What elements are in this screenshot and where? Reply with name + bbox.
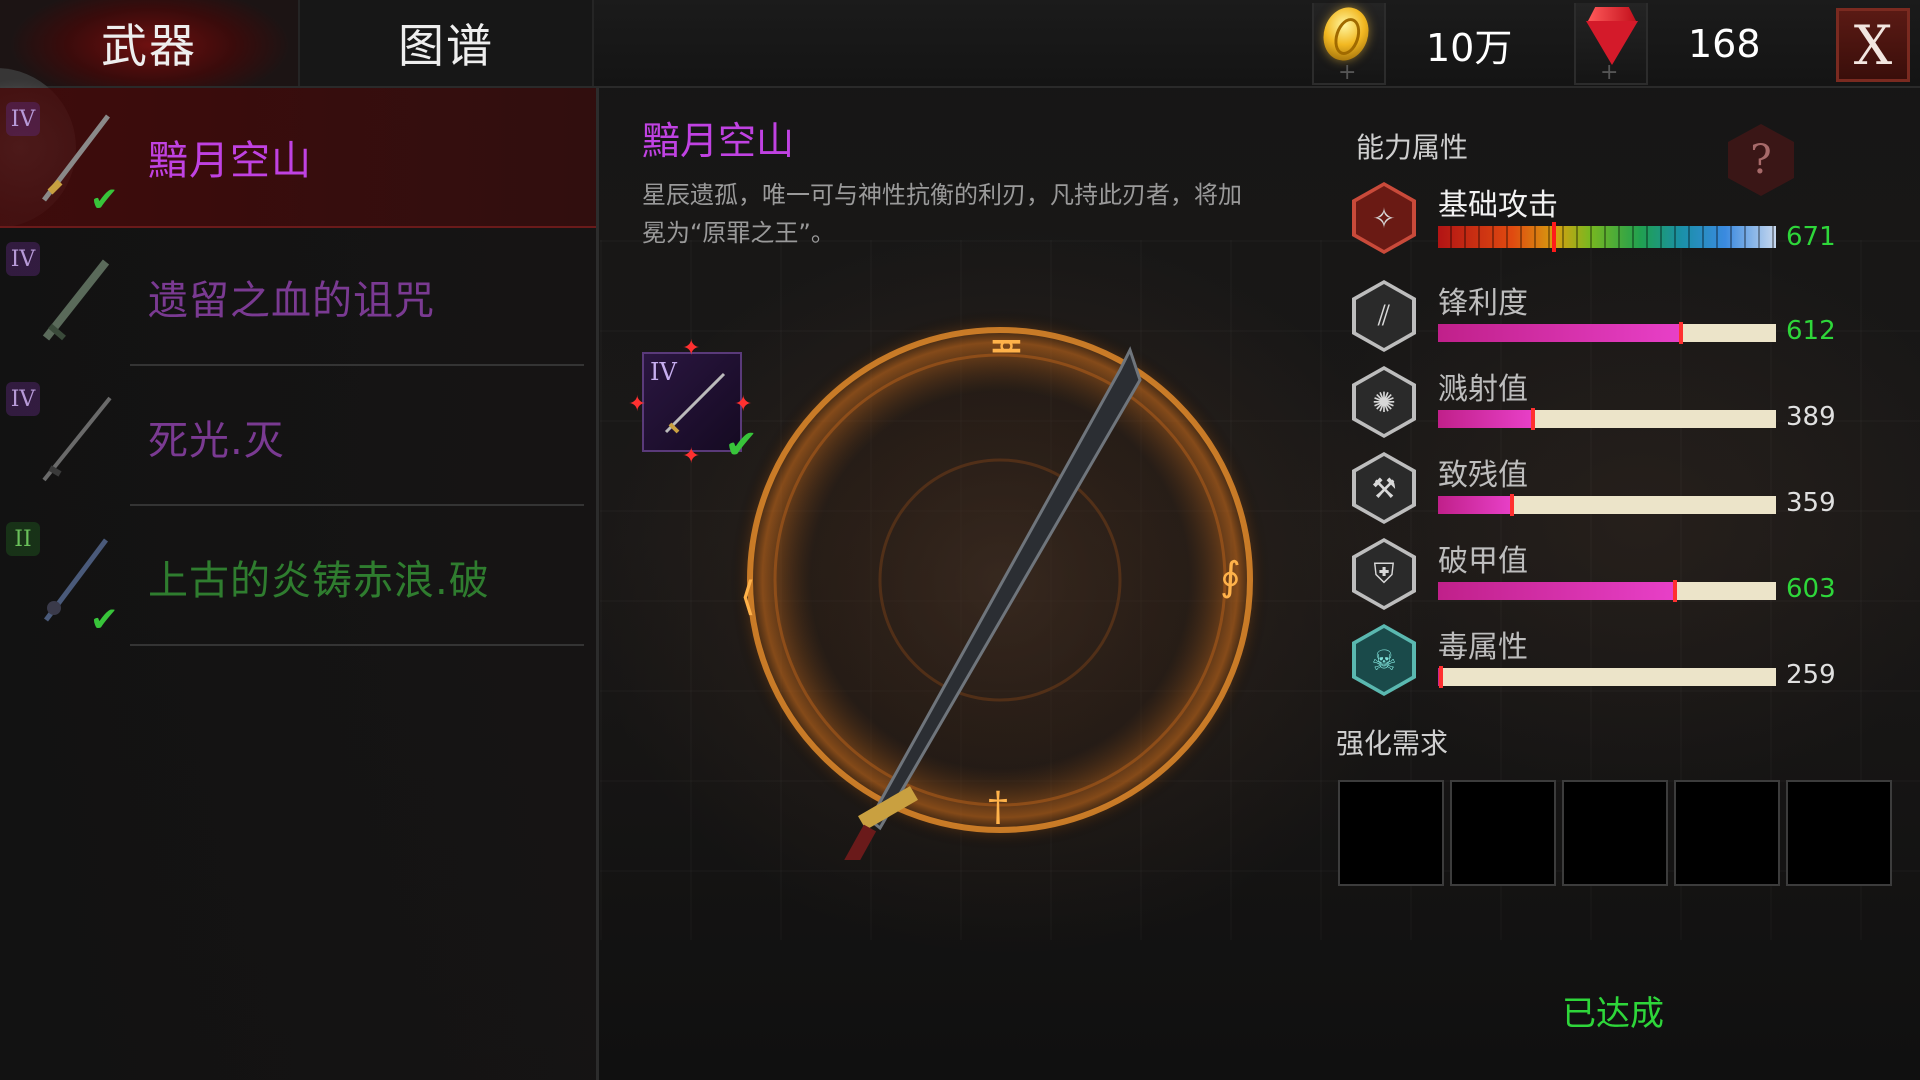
- panel-divider: [596, 88, 599, 1080]
- weapon-name: 黯月空山: [148, 138, 312, 184]
- stats-section-title: 能力属性: [1356, 131, 1469, 164]
- stat-poison: ☠ 毒属性 259: [1352, 624, 1892, 704]
- stat-label: 锋利度: [1438, 286, 1528, 321]
- stat-bar: [1438, 494, 1776, 516]
- slash-icon: ⫽: [1356, 284, 1412, 348]
- stat-label: 基础攻击: [1438, 188, 1558, 223]
- gem-icon: [1586, 21, 1638, 65]
- stat-hex-frame: ⛨: [1352, 538, 1416, 610]
- cripple-icon: ⚒: [1356, 456, 1412, 520]
- upgrade-section-title: 强化需求: [1336, 727, 1449, 760]
- splash-icon: ✺: [1356, 370, 1412, 434]
- list-item-weapon-3[interactable]: II 上古的炎铸赤浪.破 ✔: [0, 508, 596, 646]
- rune-circle-graphic: ≖ ⟨ ∮ †: [730, 310, 1270, 904]
- stat-value: 671: [1786, 222, 1836, 252]
- sparkle-icon: ✦: [628, 392, 647, 417]
- list-item-weapon-0[interactable]: IV 黯月空山 ✔: [0, 88, 596, 228]
- stat-value: 612: [1786, 316, 1836, 346]
- tier-badge: IV: [6, 102, 40, 136]
- add-gems-button[interactable]: +: [1574, 3, 1648, 85]
- stat-bar-fill: [1438, 408, 1535, 430]
- stat-bar-marker: [1552, 222, 1556, 252]
- plus-icon: +: [1338, 60, 1357, 85]
- weapon-list: IV 黯月空山 ✔ IV 遗留之血的诅咒 IV 死光.灭 II 上古的炎铸赤浪.…: [0, 68, 596, 1080]
- sword-thumbnail-icon: [42, 259, 110, 341]
- sparkle-icon: ✦: [682, 336, 701, 361]
- weapon-description: 星辰遗孤，唯一可与神性抗衡的利刃，凡持此刃者，将加冕为“原罪之王”。: [642, 181, 1242, 247]
- svg-text:≖: ≖: [988, 320, 1025, 371]
- gem-amount: 168: [1688, 22, 1761, 66]
- stat-bar: [1438, 580, 1776, 602]
- tier-badge: IV: [6, 382, 40, 416]
- stat-label: 破甲值: [1438, 544, 1528, 579]
- stat-hex-frame: ☠: [1352, 624, 1416, 696]
- close-button[interactable]: X: [1836, 8, 1910, 82]
- stat-bar-fill: [1438, 666, 1445, 688]
- tier-badge: IV: [6, 242, 40, 276]
- gem-counter: + 168: [1574, 3, 1761, 85]
- stat-hex-frame: ⚒: [1352, 452, 1416, 524]
- weapon-showcase: ≖ ⟨ ∮ †: [720, 300, 1280, 904]
- stat-value: 259: [1786, 660, 1836, 690]
- stat-bar: [1438, 408, 1776, 430]
- stat-hex-frame: ✺: [1352, 366, 1416, 438]
- stat-bar-fill: [1438, 494, 1515, 516]
- upgrade-slot[interactable]: [1674, 780, 1780, 886]
- sparkle-icon: ✦: [682, 444, 701, 469]
- stat-bar-fill: [1438, 580, 1677, 602]
- weapon-title: 黯月空山: [642, 119, 795, 163]
- coin-amount: 10万: [1426, 25, 1513, 70]
- top-bar: 武器 图谱 + 10万 + 168 X: [0, 0, 1920, 88]
- list-item-weapon-2[interactable]: IV 死光.灭: [0, 368, 596, 506]
- tab-codex[interactable]: 图谱: [298, 0, 594, 86]
- svg-text:⟨: ⟨: [740, 574, 756, 620]
- owned-check-icon: ✔: [90, 600, 119, 640]
- blade-thumbnail-icon: [42, 396, 112, 482]
- stat-label: 溅射值: [1438, 372, 1528, 407]
- stat-hex-frame: ✧: [1352, 182, 1416, 254]
- stat-base-attack: ✧ 基础攻击 671: [1352, 182, 1892, 262]
- upgrade-slot[interactable]: [1786, 780, 1892, 886]
- divider: [130, 504, 584, 506]
- divider: [130, 364, 584, 366]
- upgrade-slots: [1338, 780, 1892, 886]
- add-coins-button[interactable]: +: [1312, 1, 1386, 85]
- stat-splash: ✺ 溅射值 389: [1352, 366, 1892, 446]
- stat-label: 毒属性: [1438, 630, 1528, 665]
- upgrade-slot[interactable]: [1450, 780, 1556, 886]
- stat-bar: [1438, 322, 1776, 344]
- stat-bar-rainbow: [1438, 226, 1776, 248]
- stat-bar: [1438, 666, 1776, 688]
- divider: [130, 644, 584, 646]
- sword-crest-icon: ✧: [1356, 186, 1412, 250]
- weapon-name: 死光.灭: [148, 418, 285, 464]
- skull-poison-icon: ☠: [1356, 628, 1412, 692]
- stat-bar-fill: [1438, 322, 1684, 344]
- weapon-name: 上古的炎铸赤浪.破: [148, 558, 490, 604]
- stat-value: 603: [1786, 574, 1836, 604]
- stat-value: 359: [1786, 488, 1836, 518]
- stat-hex-frame: ⫽: [1352, 280, 1416, 352]
- tier-badge: II: [6, 522, 40, 556]
- stat-value: 389: [1786, 402, 1836, 432]
- stat-sharpness: ⫽ 锋利度 612: [1352, 280, 1892, 360]
- svg-text:∮: ∮: [1220, 554, 1241, 600]
- stat-cripple: ⚒ 致残值 359: [1352, 452, 1892, 532]
- coin-counter: + 10万: [1312, 1, 1513, 85]
- coin-icon: [1316, 1, 1376, 67]
- stat-armor-break: ⛨ 破甲值 603: [1352, 538, 1892, 618]
- stat-bar: [1438, 222, 1776, 252]
- owned-check-icon: ✔: [90, 180, 119, 220]
- upgrade-slot[interactable]: [1562, 780, 1668, 886]
- svg-text:†: †: [988, 784, 1008, 830]
- plus-icon: +: [1600, 60, 1619, 85]
- weapon-name: 遗留之血的诅咒: [148, 278, 435, 324]
- list-item-weapon-1[interactable]: IV 遗留之血的诅咒: [0, 228, 596, 366]
- tab-weapons[interactable]: 武器: [0, 0, 298, 86]
- stat-label: 致残值: [1438, 458, 1528, 493]
- upgrade-status: 已达成: [1562, 994, 1664, 1034]
- armor-break-icon: ⛨: [1356, 542, 1412, 606]
- gem-icon-top: [1588, 7, 1636, 21]
- upgrade-slot[interactable]: [1338, 780, 1444, 886]
